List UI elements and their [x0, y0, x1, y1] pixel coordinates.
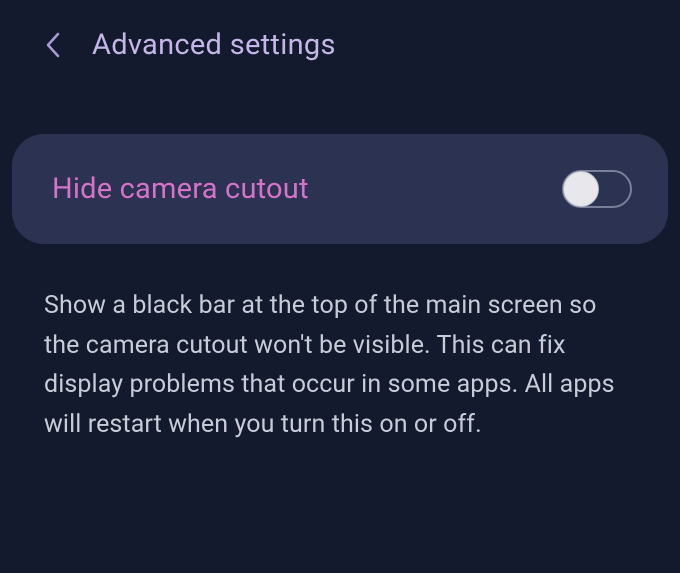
page-title: Advanced settings — [92, 28, 336, 62]
toggle-thumb — [563, 171, 599, 207]
setting-row-hide-camera-cutout[interactable]: Hide camera cutout — [12, 134, 668, 244]
setting-description: Show a black bar at the top of the main … — [0, 244, 680, 444]
setting-label: Hide camera cutout — [52, 172, 309, 206]
header-bar: Advanced settings — [0, 0, 680, 84]
chevron-left-icon — [45, 31, 61, 59]
toggle-hide-camera-cutout[interactable] — [562, 170, 632, 208]
back-button[interactable] — [40, 32, 66, 58]
